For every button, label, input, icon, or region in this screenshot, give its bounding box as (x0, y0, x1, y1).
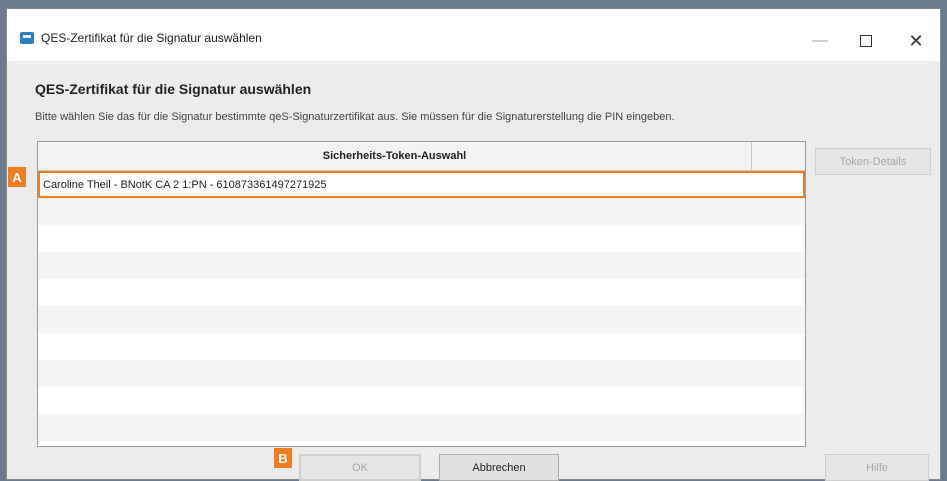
dialog-heading: QES-Zertifikat für die Signatur auswähle… (35, 81, 312, 97)
annotation-marker-b: B (274, 448, 292, 468)
table-row[interactable] (38, 306, 805, 333)
title-bar: QES-Zertifikat für die Signatur auswähle… (7, 9, 940, 61)
ok-button[interactable]: OK (299, 454, 421, 481)
table-row[interactable] (38, 252, 805, 279)
table-row[interactable] (38, 441, 805, 446)
table-row[interactable] (38, 198, 805, 225)
dialog-description: Bitte wählen Sie das für die Signatur be… (35, 111, 675, 123)
table-row[interactable]: Caroline Theil - BNotK CA 2 1:PN - 61087… (38, 171, 805, 198)
cancel-button[interactable]: Abbrechen (439, 454, 559, 481)
table-header: Sicherheits-Token-Auswahl (38, 142, 805, 171)
token-table: Sicherheits-Token-Auswahl Caroline Theil… (37, 141, 806, 447)
table-row[interactable] (38, 360, 805, 387)
table-row[interactable] (38, 414, 805, 441)
column-header-token[interactable]: Sicherheits-Token-Auswahl (38, 142, 752, 170)
window-title: QES-Zertifikat für die Signatur auswähle… (41, 31, 262, 45)
maximize-icon (860, 35, 872, 47)
maximize-button[interactable] (843, 23, 889, 59)
table-row[interactable] (38, 279, 805, 306)
app-icon (20, 32, 34, 44)
minimize-button[interactable]: — (797, 23, 843, 59)
help-button[interactable]: Hilfe (825, 454, 929, 481)
close-button[interactable]: ✕ (893, 23, 939, 59)
table-row[interactable] (38, 387, 805, 414)
table-body: Caroline Theil - BNotK CA 2 1:PN - 61087… (38, 171, 805, 446)
token-details-button[interactable]: Token-Details (815, 148, 931, 175)
column-header-filler (752, 142, 805, 170)
dialog-window: QES-Zertifikat für die Signatur auswähle… (6, 8, 941, 481)
table-row[interactable] (38, 225, 805, 252)
annotation-marker-a: A (8, 167, 26, 187)
table-row[interactable] (38, 333, 805, 360)
